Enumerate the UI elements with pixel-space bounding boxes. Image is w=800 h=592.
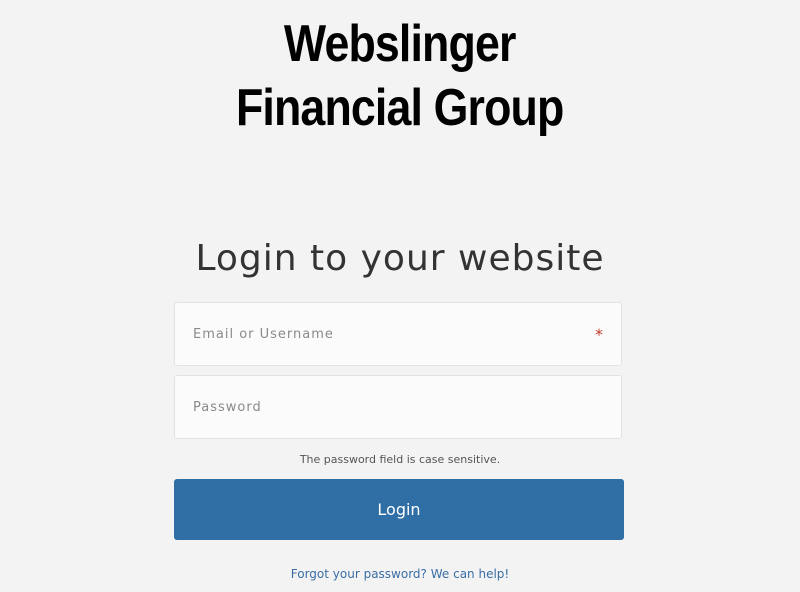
password-field-container [174,375,622,439]
company-logo: Webslinger Financial Group [56,12,744,140]
page-title: Login to your website [195,238,605,279]
login-page: Webslinger Financial Group Login to your… [0,0,800,592]
forgot-password-link[interactable]: Forgot your password? We can help! [0,567,800,581]
logo-line-2: Financial Group [235,79,564,137]
required-asterisk-icon: * [595,325,603,344]
password-hint: The password field is case sensitive. [299,453,501,466]
login-button[interactable]: Login [174,479,624,540]
password-input[interactable] [175,376,621,438]
email-username-input[interactable] [175,303,621,365]
email-field-container: * [174,302,622,366]
logo-line-1: Webslinger [283,15,516,73]
